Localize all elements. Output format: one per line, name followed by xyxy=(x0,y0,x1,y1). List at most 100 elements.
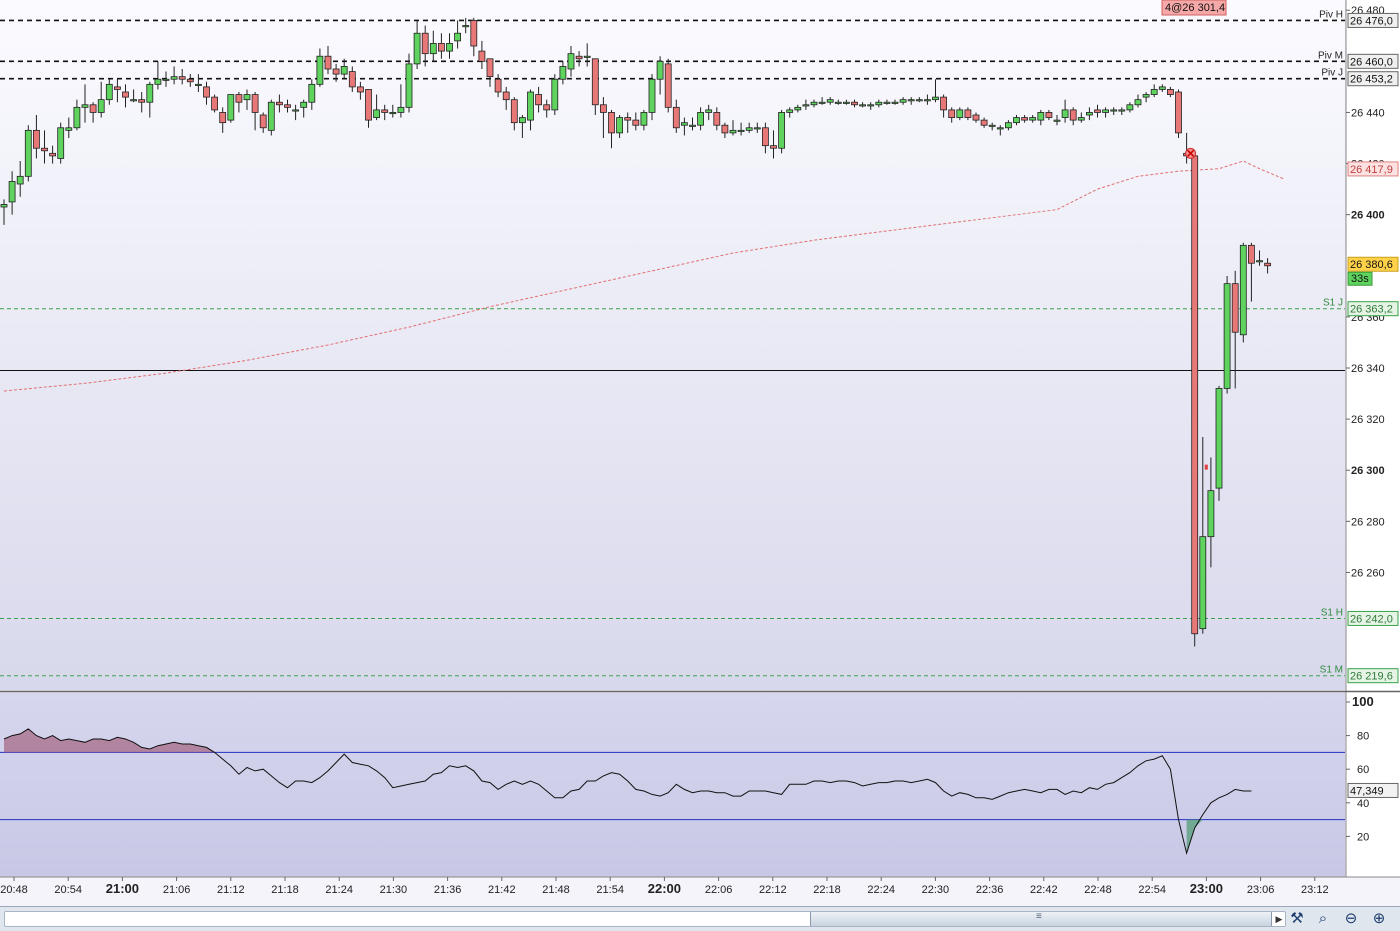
candle xyxy=(778,109,785,154)
candle-body xyxy=(251,94,259,113)
zoom-area-icon[interactable]: ⌕ xyxy=(1312,909,1334,929)
time-tick-label: 21:54 xyxy=(596,884,624,896)
candle-body xyxy=(186,78,194,83)
candle-body xyxy=(24,129,32,177)
candle-body xyxy=(1061,109,1069,118)
candle-body xyxy=(697,112,704,126)
candle-body xyxy=(203,86,210,98)
candle-body xyxy=(510,99,518,124)
reference-value-label: 26 476,0 xyxy=(1350,15,1393,27)
price-axis-background xyxy=(1346,0,1400,877)
zoom-out-icon[interactable]: ⊖ xyxy=(1340,909,1362,929)
candle-body xyxy=(348,71,356,88)
candle-body xyxy=(16,175,24,185)
time-tick-label: 22:30 xyxy=(922,884,950,896)
candle-body xyxy=(373,109,381,118)
candle-body xyxy=(1005,122,1012,129)
candle-body xyxy=(1167,89,1174,95)
candle-body xyxy=(1199,536,1207,630)
candle-body xyxy=(527,91,534,121)
drawing-tool-icon[interactable]: ⚒ xyxy=(1286,909,1308,929)
last-price-label: 26 380,6 xyxy=(1350,259,1393,271)
oscillator-tick-label: 80 xyxy=(1357,731,1369,743)
candle-body xyxy=(332,68,340,75)
reference-line-label: S1 J xyxy=(1323,298,1343,309)
candle-body xyxy=(421,32,429,55)
candle-body xyxy=(640,112,648,126)
reference-line-label: Piv H xyxy=(1319,9,1343,20)
candle-body xyxy=(356,86,364,93)
candle-body xyxy=(1175,91,1182,134)
time-tick-label: 21:42 xyxy=(488,884,516,896)
horizontal-scrollbar[interactable]: ≡ ▶ ⚒ ⌕ ⊖ ⊕ xyxy=(0,906,1400,931)
price-tick-label: 26 260 xyxy=(1351,567,1385,579)
candle-body xyxy=(1142,94,1150,98)
candle-body xyxy=(762,127,769,147)
time-tick-label: 22:48 xyxy=(1084,884,1112,896)
zoom-in-icon[interactable]: ⊕ xyxy=(1368,909,1390,929)
candle-body xyxy=(1118,109,1126,112)
scroll-thumb[interactable]: ≡ xyxy=(810,911,1272,926)
candle-body xyxy=(33,129,40,149)
candle-body xyxy=(664,63,672,108)
candle-body xyxy=(1053,119,1061,122)
candle-body xyxy=(178,76,186,80)
candle-body xyxy=(851,101,858,106)
candle xyxy=(267,99,275,136)
time-tick-label: 22:12 xyxy=(759,884,787,896)
candle-body xyxy=(381,109,389,113)
candle-body xyxy=(502,91,510,101)
candle-body xyxy=(1191,155,1199,635)
time-tick-label: 21:36 xyxy=(434,884,462,896)
candle-body xyxy=(194,83,202,86)
candle-body xyxy=(891,101,899,104)
candle-body xyxy=(818,101,826,104)
candle-body xyxy=(737,129,745,132)
time-tick-label: 21:00 xyxy=(106,881,139,896)
candle-body xyxy=(567,53,575,70)
time-tick-label: 21:30 xyxy=(380,884,408,896)
candle-body xyxy=(81,104,89,108)
reference-value-label: 26 460,0 xyxy=(1350,56,1393,68)
time-tick-label: 22:24 xyxy=(867,884,895,896)
candle-body xyxy=(559,66,567,80)
candle-body xyxy=(138,99,146,103)
candle-body xyxy=(1037,112,1045,121)
reference-line-label: Piv J xyxy=(1321,68,1343,79)
time-tick-label: 22:00 xyxy=(648,881,681,896)
reference-value-label: 26 363,2 xyxy=(1350,304,1393,316)
time-tick-label: 23:12 xyxy=(1301,884,1329,896)
candle-body xyxy=(648,78,656,113)
candle-body xyxy=(494,78,502,93)
time-tick-label: 21:48 xyxy=(542,884,570,896)
candle-body xyxy=(308,83,316,103)
candle-body xyxy=(883,101,891,104)
candle-body xyxy=(535,94,542,106)
price-tick-label: 26 280 xyxy=(1351,516,1385,528)
candle-body xyxy=(632,119,640,126)
reference-line-label: S1 H xyxy=(1321,607,1343,618)
candle-body xyxy=(1126,104,1134,111)
time-tick-label: 21:24 xyxy=(325,884,353,896)
candle-body xyxy=(899,99,907,103)
candle-body xyxy=(616,117,623,134)
scroll-track[interactable]: ≡ ▶ xyxy=(4,911,1286,927)
candle-body xyxy=(300,101,308,108)
candle-body xyxy=(745,127,753,131)
candle-body xyxy=(1069,109,1077,121)
candle xyxy=(1191,150,1199,647)
candle-body xyxy=(972,114,980,121)
candle-body xyxy=(1248,244,1255,264)
candle-body xyxy=(397,106,405,113)
scroll-right-arrow-icon[interactable]: ▶ xyxy=(1273,912,1285,926)
candlestick-chart[interactable]: 26 48026 44026 42026 40026 36026 34026 3… xyxy=(0,0,1400,906)
scroll-grip-icon: ≡ xyxy=(1036,911,1042,922)
candle-body xyxy=(591,58,599,106)
candle-body xyxy=(940,96,947,111)
candle-body xyxy=(146,83,154,103)
candle-body xyxy=(8,181,16,203)
candle-body xyxy=(721,124,729,134)
candle-body xyxy=(681,122,688,126)
candle xyxy=(1223,276,1231,394)
time-tick-label: 22:42 xyxy=(1030,884,1058,896)
